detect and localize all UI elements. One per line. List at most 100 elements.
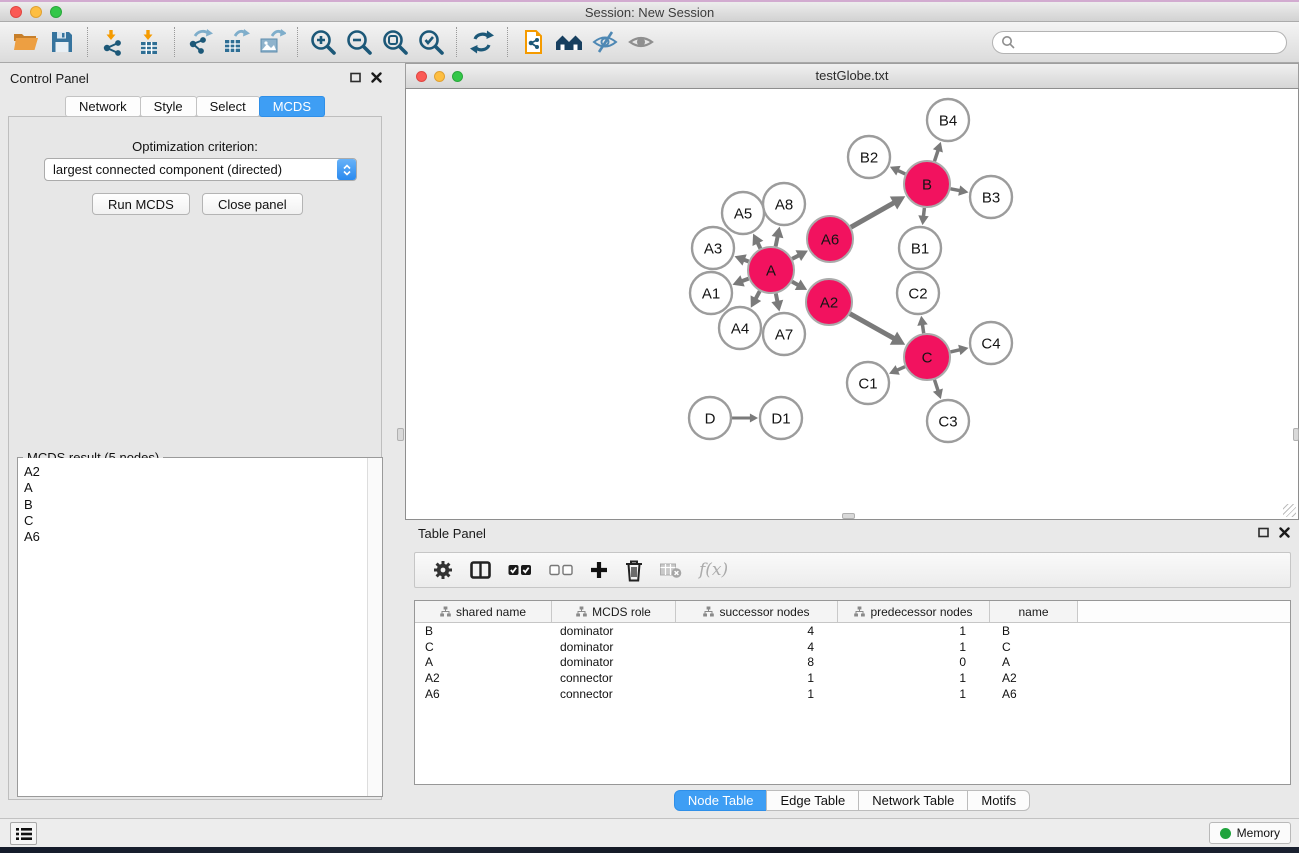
task-history-button[interactable] — [10, 822, 37, 845]
zoom-out-button[interactable] — [341, 24, 377, 60]
show-columns-button[interactable] — [470, 561, 491, 579]
graph-edge-B-B1[interactable] — [923, 208, 924, 217]
column-header-name[interactable]: name — [990, 601, 1078, 622]
add-column-button[interactable] — [590, 561, 608, 579]
run-mcds-button[interactable]: Run MCDS — [92, 193, 190, 215]
bottom-split-divider-handle[interactable] — [842, 513, 855, 519]
network-window-titlebar[interactable]: testGlobe.txt — [405, 63, 1299, 88]
column-header-predecessor-nodes[interactable]: predecessor nodes — [838, 601, 990, 622]
graph-edge-A2-C[interactable] — [850, 314, 894, 339]
column-header-mcds-role[interactable]: MCDS role — [552, 601, 676, 622]
table-cell[interactable]: A2 — [990, 671, 1078, 685]
export-image-button[interactable] — [254, 24, 290, 60]
column-header-successor-nodes[interactable]: successor nodes — [676, 601, 838, 622]
graph-edge-A-A4[interactable] — [756, 291, 760, 299]
right-split-divider-handle[interactable] — [1293, 428, 1299, 441]
table-cell[interactable]: dominator — [552, 640, 676, 654]
zoom-fit-button[interactable] — [377, 24, 413, 60]
table-cell[interactable]: 1 — [838, 624, 990, 638]
graph-edge-C-C3[interactable] — [935, 380, 939, 391]
network-graph[interactable]: B4B2BB3A8A5A6A3B1AA1C2A2A4A7C4CC1C3DD1 — [406, 89, 1298, 519]
tab-network-table[interactable]: Network Table — [858, 790, 968, 811]
result-item[interactable]: C — [24, 513, 367, 529]
graph-edge-C-C4[interactable] — [950, 350, 960, 352]
table-row[interactable]: Cdominator41C — [415, 639, 1290, 655]
network-close-button[interactable] — [416, 71, 427, 82]
tab-motifs[interactable]: Motifs — [967, 790, 1030, 811]
select-all-button[interactable] — [508, 563, 532, 577]
table-cell[interactable]: A — [415, 655, 552, 669]
criterion-select[interactable]: largest connected component (directed) — [44, 158, 357, 181]
save-session-button[interactable] — [44, 24, 80, 60]
graph-edge-A-A7[interactable] — [776, 294, 778, 302]
tab-select[interactable]: Select — [196, 96, 260, 117]
table-cell[interactable]: connector — [552, 687, 676, 701]
search-input[interactable] — [1020, 35, 1278, 49]
export-table-button[interactable] — [218, 24, 254, 60]
search-field[interactable] — [992, 31, 1287, 54]
open-session-button[interactable] — [8, 24, 44, 60]
import-network-button[interactable] — [95, 24, 131, 60]
table-row[interactable]: Bdominator41B — [415, 623, 1290, 639]
memory-button[interactable]: Memory — [1209, 822, 1291, 844]
float-panel-icon[interactable] — [1258, 527, 1269, 538]
delete-table-button-disabled[interactable] — [660, 562, 682, 578]
table-cell[interactable]: A6 — [415, 687, 552, 701]
graph-edge-A-A1[interactable] — [742, 279, 749, 282]
deselect-all-button[interactable] — [549, 563, 573, 577]
close-panel-icon[interactable] — [371, 72, 382, 83]
graph-edge-B-B3[interactable] — [951, 189, 961, 191]
tab-mcds[interactable]: MCDS — [259, 96, 325, 117]
graph-edge-A-A6[interactable] — [792, 255, 799, 259]
function-builder-button-disabled[interactable]: f(x) — [699, 560, 728, 580]
table-row[interactable]: A2connector11A2 — [415, 670, 1290, 686]
delete-column-button[interactable] — [625, 559, 643, 582]
table-cell[interactable]: A — [990, 655, 1078, 669]
table-cell[interactable]: 4 — [676, 640, 838, 654]
table-row[interactable]: Adominator80A — [415, 654, 1290, 670]
close-panel-button[interactable]: Close panel — [202, 193, 303, 215]
table-cell[interactable]: 1 — [676, 671, 838, 685]
table-cell[interactable]: A6 — [990, 687, 1078, 701]
table-cell[interactable]: 1 — [838, 671, 990, 685]
network-overview-button[interactable] — [551, 24, 587, 60]
toggle-birds-eye-view-button[interactable] — [623, 24, 659, 60]
zoom-in-button[interactable] — [305, 24, 341, 60]
table-cell[interactable]: 1 — [838, 687, 990, 701]
graph-edge-B-B2[interactable] — [898, 170, 906, 174]
table-cell[interactable]: connector — [552, 671, 676, 685]
table-cell[interactable]: 1 — [838, 640, 990, 654]
network-canvas[interactable]: B4B2BB3A8A5A6A3B1AA1C2A2A4A7C4CC1C3DD1 — [405, 88, 1299, 520]
result-item[interactable]: A — [24, 480, 367, 496]
tab-network[interactable]: Network — [65, 96, 141, 117]
result-item[interactable]: B — [24, 497, 367, 513]
left-split-divider-handle[interactable] — [397, 428, 404, 441]
tab-edge-table[interactable]: Edge Table — [766, 790, 859, 811]
toggle-graphics-details-button[interactable] — [587, 24, 623, 60]
column-header-shared-name[interactable]: shared name — [415, 601, 552, 622]
graph-edge-C-C2[interactable] — [922, 324, 923, 333]
table-cell[interactable]: B — [415, 624, 552, 638]
result-list-scrollbar[interactable] — [367, 458, 382, 796]
network-minimize-button[interactable] — [434, 71, 445, 82]
table-cell[interactable]: C — [990, 640, 1078, 654]
table-cell[interactable]: 8 — [676, 655, 838, 669]
import-table-button[interactable] — [131, 24, 167, 60]
table-cell[interactable]: dominator — [552, 624, 676, 638]
window-resize-grip[interactable] — [1283, 504, 1296, 517]
result-item[interactable]: A2 — [24, 464, 367, 480]
graph-edge-C-C1[interactable] — [897, 367, 905, 371]
new-network-from-file-button[interactable] — [515, 24, 551, 60]
table-cell[interactable]: 4 — [676, 624, 838, 638]
float-panel-icon[interactable] — [350, 72, 361, 83]
export-network-button[interactable] — [182, 24, 218, 60]
refresh-button[interactable] — [464, 24, 500, 60]
table-cell[interactable]: 1 — [676, 687, 838, 701]
table-cell[interactable]: C — [415, 640, 552, 654]
table-cell[interactable]: A2 — [415, 671, 552, 685]
table-row[interactable]: A6connector11A6 — [415, 686, 1290, 702]
zoom-selected-button[interactable] — [413, 24, 449, 60]
graph-edge-A-A2[interactable] — [792, 282, 799, 286]
table-cell[interactable]: 0 — [838, 655, 990, 669]
table-cell[interactable]: B — [990, 624, 1078, 638]
